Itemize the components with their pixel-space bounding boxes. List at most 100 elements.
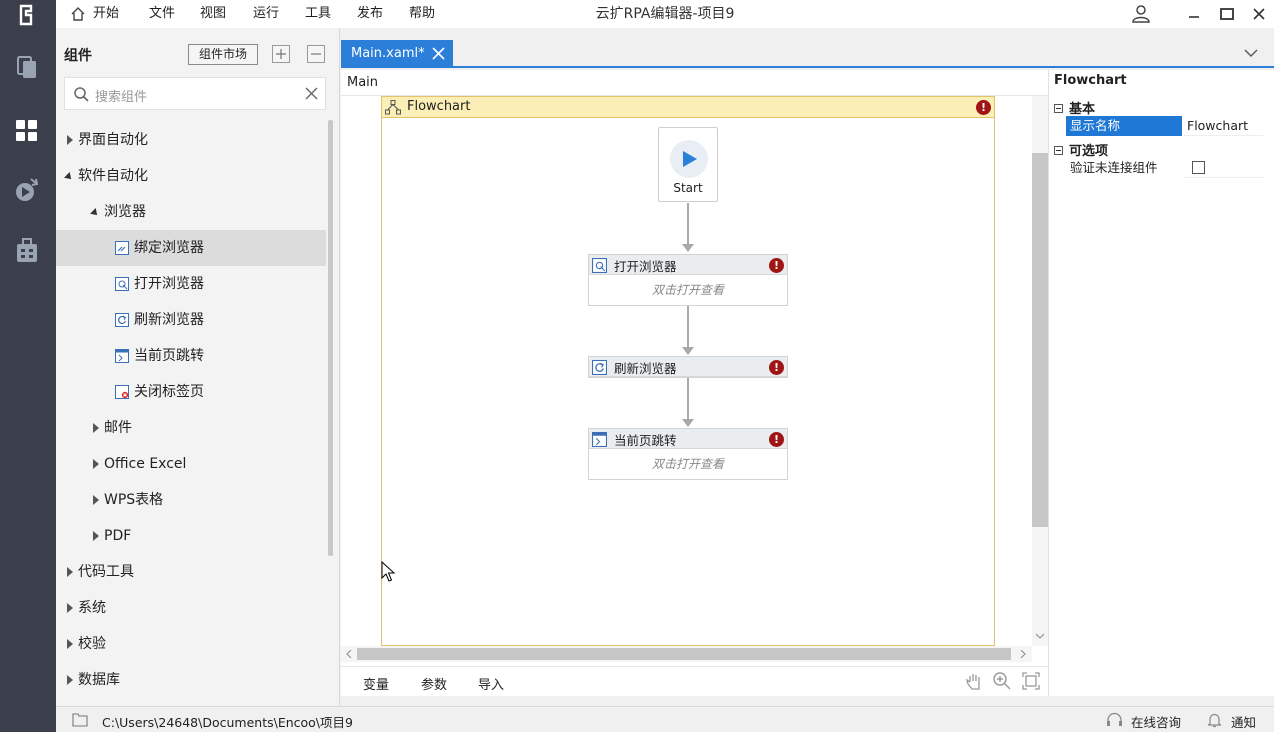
tree-item-label: 打开浏览器	[134, 276, 204, 292]
activity-header[interactable]: 打开浏览器 !	[589, 255, 787, 275]
menu-home[interactable]: 开始	[93, 0, 119, 28]
activity-header[interactable]: 刷新浏览器 !	[589, 357, 787, 377]
section-optional[interactable]: 可选项	[1054, 140, 1108, 159]
scroll-thumb[interactable]	[357, 648, 1011, 660]
designer-vertical-scrollbar[interactable]	[1032, 96, 1048, 646]
package-icon[interactable]	[12, 236, 42, 266]
breadcrumb[interactable]: Main	[347, 75, 378, 90]
tree-item-office-excel[interactable]: Office Excel	[56, 446, 326, 482]
expand-caret-icon[interactable]	[67, 639, 73, 649]
error-icon[interactable]: !	[769, 360, 784, 375]
expand-caret-icon[interactable]	[67, 135, 73, 145]
clear-search-icon[interactable]	[305, 87, 318, 100]
property-validate-unconnected[interactable]: 验证未连接组件	[1066, 158, 1263, 178]
chevron-down-icon[interactable]	[1244, 46, 1258, 60]
tree-scrollbar[interactable]	[328, 120, 333, 556]
expand-caret-icon[interactable]	[67, 603, 73, 613]
collapse-all-button[interactable]	[307, 45, 325, 63]
collapse-section-icon[interactable]	[1054, 146, 1063, 155]
tree-item-label: 软件自动化	[78, 168, 148, 184]
tree-item-database[interactable]: 数据库	[56, 662, 326, 698]
tab-main-xaml[interactable]: Main.xaml*	[341, 40, 453, 68]
tree-item-navigate-page[interactable]: 当前页跳转	[56, 338, 326, 374]
error-icon[interactable]: !	[769, 432, 784, 447]
collapse-caret-icon[interactable]	[64, 172, 74, 182]
tree-item-browser[interactable]: 浏览器	[56, 194, 326, 230]
scroll-thumb[interactable]	[1032, 153, 1048, 527]
expand-caret-icon[interactable]	[93, 459, 99, 469]
flowchart-container[interactable]: Flowchart ! Start 打开浏览器 ! 双击打开查看 刷新浏览器 !…	[381, 96, 995, 646]
menu-publish[interactable]: 发布	[357, 0, 383, 28]
headset-icon[interactable]	[1106, 712, 1123, 728]
menu-file[interactable]: 文件	[149, 0, 175, 28]
section-basic-label: 基本	[1069, 102, 1096, 117]
tree-item-pdf[interactable]: PDF	[56, 518, 326, 554]
folder-icon[interactable]	[72, 712, 88, 727]
tree-item-software-automation[interactable]: 软件自动化	[56, 158, 326, 194]
scroll-down-icon[interactable]	[1036, 632, 1044, 640]
files-icon[interactable]	[12, 52, 42, 82]
expand-caret-icon[interactable]	[93, 423, 99, 433]
scroll-right-icon[interactable]	[1019, 650, 1027, 658]
tree-item-system[interactable]: 系统	[56, 590, 326, 626]
components-icon[interactable]	[12, 116, 42, 146]
play-icon	[683, 151, 697, 167]
online-help-link[interactable]: 在线咨询	[1131, 712, 1181, 731]
hand-pan-icon[interactable]	[964, 671, 984, 691]
tree-item-validation[interactable]: 校验	[56, 626, 326, 662]
search-input[interactable]: 搜索组件	[95, 86, 147, 105]
error-icon[interactable]: !	[976, 100, 991, 115]
property-display-name[interactable]: 显示名称 Flowchart	[1066, 116, 1263, 136]
tab-arguments[interactable]: 参数	[421, 674, 447, 693]
menu-tools[interactable]: 工具	[305, 0, 331, 28]
expand-caret-icon[interactable]	[93, 531, 99, 541]
tree-item-bind-browser[interactable]: 绑定浏览器	[56, 230, 326, 266]
display-name-field[interactable]: Flowchart	[1184, 116, 1263, 136]
tab-variables[interactable]: 变量	[363, 674, 389, 693]
zoom-in-icon[interactable]	[992, 671, 1012, 691]
bell-icon[interactable]	[1207, 712, 1222, 728]
designer-horizontal-scrollbar[interactable]	[341, 646, 1032, 662]
menu-help[interactable]: 帮助	[409, 0, 435, 28]
tree-item-refresh-browser[interactable]: 刷新浏览器	[56, 302, 326, 338]
minimize-icon[interactable]	[1184, 4, 1204, 24]
section-optional-label: 可选项	[1069, 144, 1109, 159]
activity-open-browser[interactable]: 打开浏览器 ! 双击打开查看	[588, 254, 788, 306]
start-node[interactable]: Start	[658, 127, 718, 202]
scroll-left-icon[interactable]	[345, 650, 353, 658]
close-tab-icon[interactable]	[432, 47, 445, 60]
tree-item-wps-sheet[interactable]: WPS表格	[56, 482, 326, 518]
tree-item-ui-automation[interactable]: 界面自动化	[56, 122, 326, 158]
user-icon[interactable]	[1131, 4, 1151, 24]
activity-refresh-browser[interactable]: 刷新浏览器 !	[588, 356, 788, 378]
tree-item-code-tools[interactable]: 代码工具	[56, 554, 326, 590]
expand-all-button[interactable]	[272, 45, 290, 63]
home-icon[interactable]	[70, 6, 86, 22]
expand-caret-icon[interactable]	[93, 495, 99, 505]
project-path[interactable]: C:\Users\24648\Documents\Encoo\项目9	[102, 712, 353, 731]
expand-caret-icon[interactable]	[67, 675, 73, 685]
error-icon[interactable]: !	[769, 258, 784, 273]
maximize-icon[interactable]	[1217, 4, 1237, 24]
fit-screen-icon[interactable]	[1021, 671, 1041, 691]
section-basic[interactable]: 基本	[1054, 98, 1095, 117]
tree-item-open-browser[interactable]: 打开浏览器	[56, 266, 326, 302]
activity-navigate-page[interactable]: 当前页跳转 ! 双击打开查看	[588, 428, 788, 480]
close-window-icon[interactable]	[1249, 4, 1269, 24]
notifications-link[interactable]: 通知	[1231, 712, 1256, 731]
component-market-button[interactable]: 组件市场	[188, 44, 258, 65]
menu-run[interactable]: 运行	[253, 0, 279, 28]
menu-view[interactable]: 视图	[200, 0, 226, 28]
debug-icon[interactable]	[12, 175, 42, 205]
collapse-caret-icon[interactable]	[90, 208, 100, 218]
collapse-section-icon[interactable]	[1054, 104, 1063, 113]
tree-item-close-tab[interactable]: 关闭标签页	[56, 374, 326, 410]
tab-imports[interactable]: 导入	[478, 674, 504, 693]
activity-header[interactable]: 当前页跳转 !	[589, 429, 787, 449]
activity-hint: 双击打开查看	[651, 283, 724, 297]
expand-caret-icon[interactable]	[67, 567, 73, 577]
flowchart-header[interactable]: Flowchart !	[382, 97, 994, 118]
component-search[interactable]: 搜索组件	[64, 77, 326, 110]
validate-checkbox[interactable]	[1192, 161, 1205, 174]
tree-item-mail[interactable]: 邮件	[56, 410, 326, 446]
